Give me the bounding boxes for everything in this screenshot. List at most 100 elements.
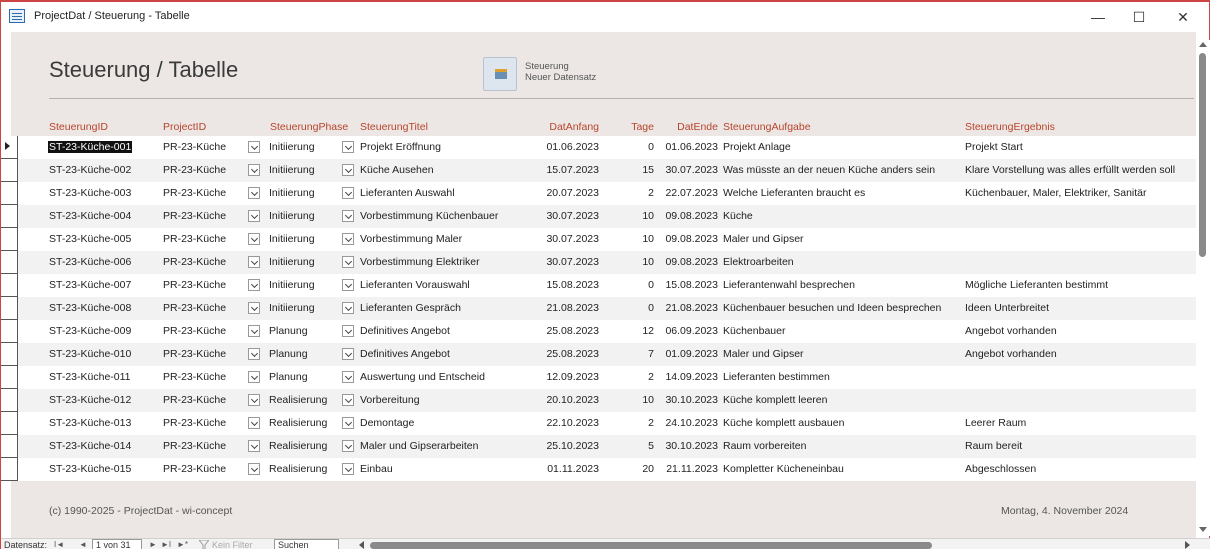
dropdown-arrow-icon[interactable]	[342, 233, 354, 245]
cell-steuerung-id[interactable]: ST-23-Küche-015	[49, 463, 131, 475]
cell-phase[interactable]: Planung	[269, 325, 308, 337]
cell-dat-anfang[interactable]: 15.07.2023	[531, 164, 599, 176]
cell-phase[interactable]: Initiierung	[269, 187, 315, 199]
table-row[interactable]: ST-23-Küche-013 PR-23-Küche Realisierung De…	[1, 412, 1196, 435]
dropdown-arrow-icon[interactable]	[342, 417, 354, 429]
table-row[interactable]: ST-23-Küche-007 PR-23-Küche Initiierung Lie…	[1, 274, 1196, 297]
cell-tage[interactable]: 10	[611, 394, 654, 406]
cell-tage[interactable]: 15	[611, 164, 654, 176]
cell-tage[interactable]: 2	[611, 371, 654, 383]
cell-dat-anfang[interactable]: 20.10.2023	[531, 394, 599, 406]
cell-steuerung-id[interactable]: ST-23-Küche-001	[48, 141, 133, 153]
dropdown-arrow-icon[interactable]	[248, 141, 260, 153]
cell-aufgabe[interactable]: Raum vorbereiten	[723, 440, 806, 452]
cell-dat-anfang[interactable]: 01.11.2023	[531, 463, 599, 475]
cell-project-id[interactable]: PR-23-Küche	[163, 233, 226, 245]
cell-project-id[interactable]: PR-23-Küche	[163, 394, 226, 406]
cell-steuerung-id[interactable]: ST-23-Küche-007	[49, 279, 131, 291]
dropdown-arrow-icon[interactable]	[342, 141, 354, 153]
cell-ergebnis[interactable]: Leerer Raum	[965, 417, 1026, 429]
cell-ergebnis[interactable]: Raum bereit	[965, 440, 1022, 452]
cell-dat-ende[interactable]: 15.08.2023	[661, 279, 718, 291]
cell-aufgabe[interactable]: Maler und Gipser	[723, 348, 804, 360]
dropdown-arrow-icon[interactable]	[248, 371, 260, 383]
cell-steuerung-id[interactable]: ST-23-Küche-003	[49, 187, 131, 199]
cell-dat-ende[interactable]: 30.07.2023	[661, 164, 718, 176]
cell-project-id[interactable]: PR-23-Küche	[163, 141, 226, 153]
cell-aufgabe[interactable]: Was müsste an der neuen Küche anders sei…	[723, 164, 935, 176]
cell-tage[interactable]: 20	[611, 463, 654, 475]
cell-steuerung-id[interactable]: ST-23-Küche-009	[49, 325, 131, 337]
table-row[interactable]: ST-23-Küche-002 PR-23-Küche Initiierung Küc…	[1, 159, 1196, 182]
previous-record-button[interactable]: ◄	[79, 540, 87, 549]
last-record-button[interactable]: ►I	[161, 540, 171, 549]
dropdown-arrow-icon[interactable]	[248, 417, 260, 429]
dropdown-arrow-icon[interactable]	[248, 210, 260, 222]
record-selector[interactable]	[1, 205, 18, 228]
cell-aufgabe[interactable]: Küchenbauer	[723, 325, 785, 337]
maximize-button[interactable]: ☐	[1119, 6, 1159, 28]
new-record-nav-button[interactable]: ►*	[177, 540, 188, 549]
cell-titel[interactable]: Maler und Gipserarbeiten	[360, 440, 478, 452]
cell-steuerung-id[interactable]: ST-23-Küche-011	[49, 371, 131, 383]
table-row[interactable]: ST-23-Küche-003 PR-23-Küche Initiierung Lie…	[1, 182, 1196, 205]
cell-dat-anfang[interactable]: 25.08.2023	[531, 325, 599, 337]
horizontal-scroll-thumb[interactable]	[370, 542, 932, 549]
dropdown-arrow-icon[interactable]	[342, 348, 354, 360]
dropdown-arrow-icon[interactable]	[342, 187, 354, 199]
dropdown-arrow-icon[interactable]	[248, 394, 260, 406]
table-row[interactable]: ST-23-Küche-011 PR-23-Küche Planung Auswert…	[1, 366, 1196, 389]
cell-titel[interactable]: Lieferanten Vorauswahl	[360, 279, 470, 291]
cell-phase[interactable]: Initiierung	[269, 302, 315, 314]
cell-titel[interactable]: Einbau	[360, 463, 393, 475]
cell-ergebnis[interactable]: Klare Vorstellung was alles erfüllt werd…	[965, 164, 1175, 176]
new-record-button[interactable]	[483, 57, 517, 91]
cell-steuerung-id[interactable]: ST-23-Küche-012	[49, 394, 131, 406]
dropdown-arrow-icon[interactable]	[248, 164, 260, 176]
cell-titel[interactable]: Definitives Angebot	[360, 348, 450, 360]
cell-titel[interactable]: Küche Ausehen	[360, 164, 434, 176]
cell-dat-ende[interactable]: 09.08.2023	[661, 233, 718, 245]
record-selector[interactable]	[1, 228, 18, 251]
cell-titel[interactable]: Demontage	[360, 417, 414, 429]
cell-dat-anfang[interactable]: 30.07.2023	[531, 210, 599, 222]
dropdown-arrow-icon[interactable]	[248, 325, 260, 337]
dropdown-arrow-icon[interactable]	[248, 233, 260, 245]
record-selector[interactable]	[1, 297, 18, 320]
record-selector[interactable]	[1, 274, 18, 297]
cell-dat-anfang[interactable]: 20.07.2023	[531, 187, 599, 199]
cell-aufgabe[interactable]: Küchenbauer besuchen und Ideen bespreche…	[723, 302, 941, 314]
record-selector[interactable]	[1, 343, 18, 366]
cell-dat-ende[interactable]: 01.06.2023	[661, 141, 718, 153]
cell-steuerung-id[interactable]: ST-23-Küche-004	[49, 210, 131, 222]
cell-project-id[interactable]: PR-23-Küche	[163, 279, 226, 291]
vertical-scroll-thumb[interactable]	[1199, 53, 1206, 257]
cell-dat-ende[interactable]: 09.08.2023	[661, 210, 718, 222]
cell-aufgabe[interactable]: Projekt Anlage	[723, 141, 791, 153]
cell-tage[interactable]: 0	[611, 302, 654, 314]
dropdown-arrow-icon[interactable]	[342, 463, 354, 475]
cell-phase[interactable]: Realisierung	[269, 394, 327, 406]
cell-phase[interactable]: Realisierung	[269, 417, 327, 429]
scroll-up-icon[interactable]	[1199, 42, 1207, 47]
cell-phase[interactable]: Realisierung	[269, 463, 327, 475]
cell-tage[interactable]: 5	[611, 440, 654, 452]
cell-dat-ende[interactable]: 01.09.2023	[661, 348, 718, 360]
cell-tage[interactable]: 7	[611, 348, 654, 360]
cell-dat-ende[interactable]: 06.09.2023	[661, 325, 718, 337]
cell-dat-ende[interactable]: 30.10.2023	[661, 394, 718, 406]
cell-titel[interactable]: Projekt Eröffnung	[360, 141, 441, 153]
cell-tage[interactable]: 10	[611, 210, 654, 222]
cell-dat-anfang[interactable]: 12.09.2023	[531, 371, 599, 383]
table-row[interactable]: ST-23-Küche-004 PR-23-Küche Initiierung Vor…	[1, 205, 1196, 228]
dropdown-arrow-icon[interactable]	[342, 256, 354, 268]
cell-titel[interactable]: Auswertung und Entscheid	[360, 371, 485, 383]
cell-tage[interactable]: 10	[611, 233, 654, 245]
dropdown-arrow-icon[interactable]	[248, 302, 260, 314]
table-row[interactable]: ST-23-Küche-001 PR-23-Küche Initiierung Pro…	[1, 136, 1196, 159]
cell-dat-ende[interactable]: 21.08.2023	[661, 302, 718, 314]
record-selector[interactable]	[1, 458, 18, 481]
cell-project-id[interactable]: PR-23-Küche	[163, 302, 226, 314]
dropdown-arrow-icon[interactable]	[342, 164, 354, 176]
dropdown-arrow-icon[interactable]	[342, 279, 354, 291]
